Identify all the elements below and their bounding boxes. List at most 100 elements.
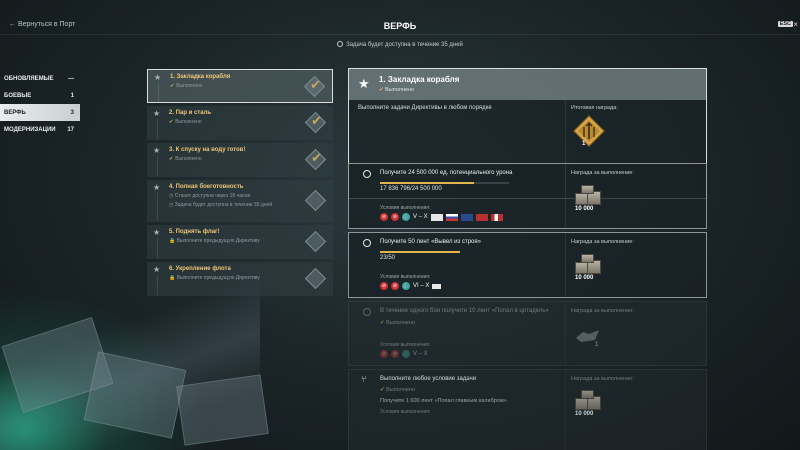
step-status-text: Выполнено	[176, 83, 203, 89]
step-connector	[158, 83, 159, 103]
reward-label: Награда за выполнение:	[571, 170, 634, 176]
flag-icon	[445, 213, 458, 221]
step-connector	[157, 156, 158, 176]
background-photo-card	[83, 351, 187, 439]
star-icon: ★	[358, 76, 370, 91]
final-reward-count: 1	[582, 141, 586, 147]
background-document-card	[176, 374, 269, 446]
task-status-circle	[363, 170, 371, 178]
step-title: 5. Поднять флаг!	[169, 229, 220, 235]
task-progress-bar	[380, 182, 509, 184]
step-item-4[interactable]: ★ 4. Полная боеготовность ◷ Станет досту…	[147, 180, 333, 222]
conditions-label: Условия выполнения:	[380, 342, 431, 348]
reward-amount: 10 000	[575, 275, 594, 281]
conditions-row: ⊘ ⊘ ⚓ V – X	[380, 350, 428, 358]
reward-label: Награда за выполнение:	[571, 239, 634, 245]
crate-box	[581, 185, 594, 194]
reward-amount: 10 000	[575, 206, 594, 212]
no-aircraft-carrier-icon: ⊘	[380, 213, 388, 221]
check-icon: ✔	[169, 119, 174, 125]
reward-divider	[565, 370, 566, 450]
task-card-1[interactable]: Получите 24 500 000 ед. потенциального у…	[348, 163, 707, 229]
task-card-2[interactable]: Получите 50 лент «Вывел из строя» 23/50 …	[348, 232, 707, 298]
page-title: ВЕРФЬ	[383, 21, 417, 31]
reward-amount: 1	[595, 342, 599, 348]
step-status-text: Выполните предыдущую Директиву	[176, 275, 260, 281]
crate-box	[581, 254, 594, 263]
sidebar-item-shipyard[interactable]: ВЕРФЬ 3	[0, 104, 80, 121]
reward-divider	[565, 164, 566, 228]
task-title: Получите 50 лент «Вывел из строя»	[380, 239, 481, 245]
task-status: ✔ Выполнено	[380, 387, 415, 393]
task-status-text: Выполнено	[386, 387, 416, 393]
esc-button[interactable]: ESC	[777, 21, 793, 27]
task-status-circle	[363, 239, 371, 247]
close-icon[interactable]: ×	[793, 20, 798, 29]
reward-divider	[565, 233, 566, 297]
star-icon: ★	[153, 265, 161, 274]
task-title: В течение одного боя получите 10 лент «П…	[380, 308, 549, 314]
sidebar-item-updatable[interactable]: ОБНОВЛЯЕМЫЕ —	[0, 70, 80, 87]
step-item-2[interactable]: ★ 2. Пар и сталь ✔ Выполнено ✔	[147, 106, 333, 140]
clock-icon	[337, 41, 344, 47]
star-icon: ★	[153, 228, 161, 237]
checkmark-icon: ✔	[310, 77, 321, 92]
reward-label: Награда за выполнение:	[571, 376, 634, 382]
conditions-label: Условия выполнения:	[380, 205, 431, 211]
sidebar-item-count: —	[68, 75, 74, 82]
directive-steps-list: ★ 1. Закладка корабля ✔ Выполнено ✔ ★ 2. …	[147, 69, 333, 299]
step-connector	[157, 238, 158, 258]
flag-insignia-icon[interactable]	[573, 115, 605, 147]
availability-text: Задача будет доступна в течение 35 дней	[346, 42, 463, 48]
step-item-6[interactable]: ★ 6. Укрепление флота 🔒 Выполните предыд…	[147, 262, 333, 296]
check-icon: ✔	[380, 387, 385, 393]
sidebar-item-count: 3	[70, 109, 74, 116]
no-aircraft-carrier-icon: ⊘	[380, 282, 388, 290]
directive-status-text: Выполнено	[385, 87, 415, 93]
progress-fill	[380, 251, 460, 253]
step-title: 4. Полная боеготовность	[169, 184, 244, 190]
sidebar-item-combat[interactable]: БОЕВЫЕ 1	[0, 87, 80, 104]
sidebar-item-upgrades[interactable]: МОДЕРНИЗАЦИИ 17	[0, 121, 80, 138]
step-title: 3. К спуску на воду готов!	[169, 147, 246, 153]
directive-title-bar: ★ 1. Закладка корабля ✔ Выполнено	[349, 69, 706, 100]
task-card-4[interactable]: ⑂ Выполните любое условие задачи ✔ Выпол…	[348, 369, 707, 450]
reward-divider	[565, 302, 566, 365]
directive-description: Выполните задачи Директивы в любом поряд…	[358, 105, 492, 111]
step-item-3[interactable]: ★ 3. К спуску на воду готов! ✔ Выполнено …	[147, 143, 333, 177]
star-icon: ★	[153, 109, 161, 118]
sidebar-item-label: МОДЕРНИЗАЦИИ	[4, 126, 56, 133]
step-status-text: Станет доступна через 18 часов	[174, 193, 250, 199]
tier-range: VI – X	[413, 283, 430, 289]
task-title: Выполните любое условие задачи	[380, 376, 477, 382]
conditions-label: Условия выполнения:	[380, 274, 431, 280]
step-status-text: Выполнено	[175, 119, 202, 125]
task-subtitle: Получите 1 600 лент «Попал главным калиб…	[380, 398, 507, 404]
checkmark-icon: ✔	[311, 113, 322, 128]
directive-title: 1. Закладка корабля	[379, 75, 460, 84]
availability-notice: Задача будет доступна в течение 35 дней	[0, 41, 800, 48]
battle-type-icon: ⚓	[402, 350, 410, 358]
checkmark-icon: ✔	[311, 150, 322, 165]
task-card-3[interactable]: В течение одного боя получите 10 лент «П…	[348, 301, 707, 366]
step-item-1[interactable]: ★ 1. Закладка корабля ✔ Выполнено ✔	[147, 69, 333, 103]
step-item-5[interactable]: ★ 5. Поднять флаг! 🔒 Выполните предыдущу…	[147, 225, 333, 259]
conditions-row: ⊘ ⊘ ⚓ VI – X	[380, 282, 442, 290]
flag-icon	[475, 213, 488, 221]
crate-box	[581, 390, 594, 399]
star-icon: ★	[153, 183, 161, 192]
step-status-text: Выполните предыдущую Директиву	[176, 238, 260, 244]
step-title: 6. Укрепление флота	[169, 266, 231, 272]
directive-status: ✔ Выполнено	[379, 87, 414, 93]
tier-range: V – X	[413, 351, 428, 357]
task-progress-text: 23/50	[380, 255, 396, 261]
task-status-circle	[363, 308, 371, 316]
battle-type-icon: ⚓	[402, 213, 410, 221]
sidebar-item-count: 1	[70, 92, 74, 99]
step-connector	[157, 275, 158, 295]
battle-type-icon: ⚓	[402, 282, 410, 290]
no-submarine-icon: ⊘	[391, 282, 399, 290]
top-bar: ← Вернуться в Порт ВЕРФЬ ESC ×	[0, 0, 800, 36]
no-submarine-icon: ⊘	[391, 350, 399, 358]
tier-range: V – X	[413, 214, 428, 220]
